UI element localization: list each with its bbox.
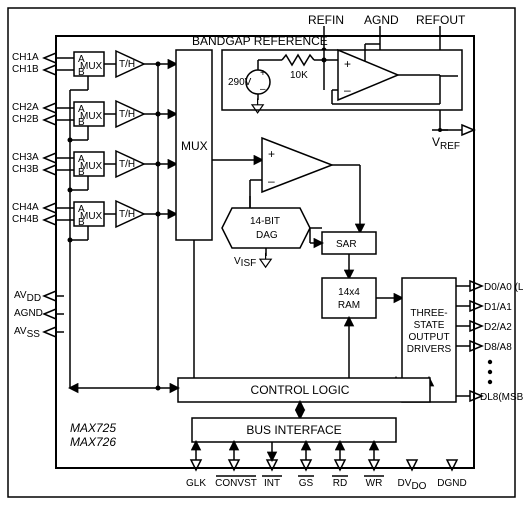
bandgap-block: BANDGAP REFERENCE + – 290V 10K + – xyxy=(192,34,462,113)
part-number-2: MAX726 xyxy=(70,435,116,449)
svg-text:AVDD: AVDD xyxy=(14,290,41,304)
svg-text:STATE: STATE xyxy=(414,320,445,331)
dac-block: 14-BIT DAG 14-BIT DAG VISF xyxy=(222,208,322,269)
svg-text:–: – xyxy=(344,83,351,97)
svg-text:D8/A8: D8/A8 xyxy=(484,342,512,353)
vref-node: VREF xyxy=(432,110,474,152)
svg-text:D1/A1: D1/A1 xyxy=(484,302,512,313)
svg-text:–: – xyxy=(268,174,275,188)
svg-text:DVDO: DVDO xyxy=(398,478,427,492)
part-number-1: MAX725 xyxy=(70,421,116,435)
svg-text:THREE-: THREE- xyxy=(410,308,447,319)
svg-text:GS: GS xyxy=(299,478,314,489)
data-pins: D0/A0 (LSB) D1/A1 D2/A2 D8/A8 DL8(MSB) xyxy=(456,281,523,403)
svg-text:WR: WR xyxy=(366,478,383,489)
svg-text:REFIN: REFIN xyxy=(308,13,344,27)
svg-text:DL8(MSB): DL8(MSB) xyxy=(480,392,523,403)
svg-text:VREF: VREF xyxy=(432,135,460,152)
svg-text:DRIVERS: DRIVERS xyxy=(407,344,452,355)
svg-text:+: + xyxy=(268,147,275,161)
svg-text:CH3A: CH3A xyxy=(12,152,39,163)
svg-text:OUTPUT: OUTPUT xyxy=(408,332,449,343)
svg-text:SAR: SAR xyxy=(336,239,357,250)
dac-label-2: DAG xyxy=(256,230,278,241)
svg-text:VISF: VISF xyxy=(234,256,256,269)
svg-text:14x4: 14x4 xyxy=(338,287,360,298)
sar-block: SAR xyxy=(310,228,376,278)
svg-text:D0/A0 (LSB): D0/A0 (LSB) xyxy=(484,282,523,293)
svg-text:CH1A: CH1A xyxy=(12,52,39,63)
svg-text:CH2A: CH2A xyxy=(12,102,39,113)
ram-block: 14x4 RAM 14x4 RAM xyxy=(322,278,402,378)
svg-text:CONTROL LOGIC: CONTROL LOGIC xyxy=(251,383,350,397)
svg-text:REFOUT: REFOUT xyxy=(416,13,466,27)
svg-text:BANDGAP REFERENCE: BANDGAP REFERENCE xyxy=(192,34,328,48)
svg-text:AGND: AGND xyxy=(364,13,399,27)
bus-interface-block: BUS INTERFACE xyxy=(192,418,396,442)
svg-text:CH4A: CH4A xyxy=(12,202,39,213)
left-power-pins: AVDD AGND AVSS xyxy=(14,290,64,340)
svg-text:D2/A2: D2/A2 xyxy=(484,322,512,333)
svg-text:+: + xyxy=(344,57,351,71)
svg-text:CH3B: CH3B xyxy=(12,164,39,175)
svg-text:RD: RD xyxy=(333,478,347,489)
svg-text:290V: 290V xyxy=(228,77,252,88)
svg-text:10K: 10K xyxy=(290,70,308,81)
svg-text:AVSS: AVSS xyxy=(14,326,40,340)
svg-text:–: – xyxy=(260,84,266,95)
svg-text:AGND: AGND xyxy=(14,308,43,319)
svg-text:MUX: MUX xyxy=(181,139,208,153)
svg-text:CH1B: CH1B xyxy=(12,64,39,75)
svg-text:CONVST: CONVST xyxy=(215,478,257,489)
dac-label-1: 14-BIT xyxy=(250,216,280,227)
channel-3: CH3A CH3B xyxy=(12,151,176,190)
svg-text:+: + xyxy=(260,68,266,79)
channel-2: CH2A CH2B xyxy=(12,101,176,140)
svg-text:DGND: DGND xyxy=(437,478,466,489)
svg-text:INT: INT xyxy=(264,478,280,489)
svg-text:CH2B: CH2B xyxy=(12,114,39,125)
svg-text:GLK: GLK xyxy=(186,478,206,489)
svg-text:RAM: RAM xyxy=(338,300,360,311)
svg-text:CH4B: CH4B xyxy=(12,214,39,225)
channel-4: CH4A CH4B xyxy=(12,201,176,240)
svg-text:BUS INTERFACE: BUS INTERFACE xyxy=(246,423,341,437)
control-logic-block: CONTROL LOGIC xyxy=(70,378,430,418)
